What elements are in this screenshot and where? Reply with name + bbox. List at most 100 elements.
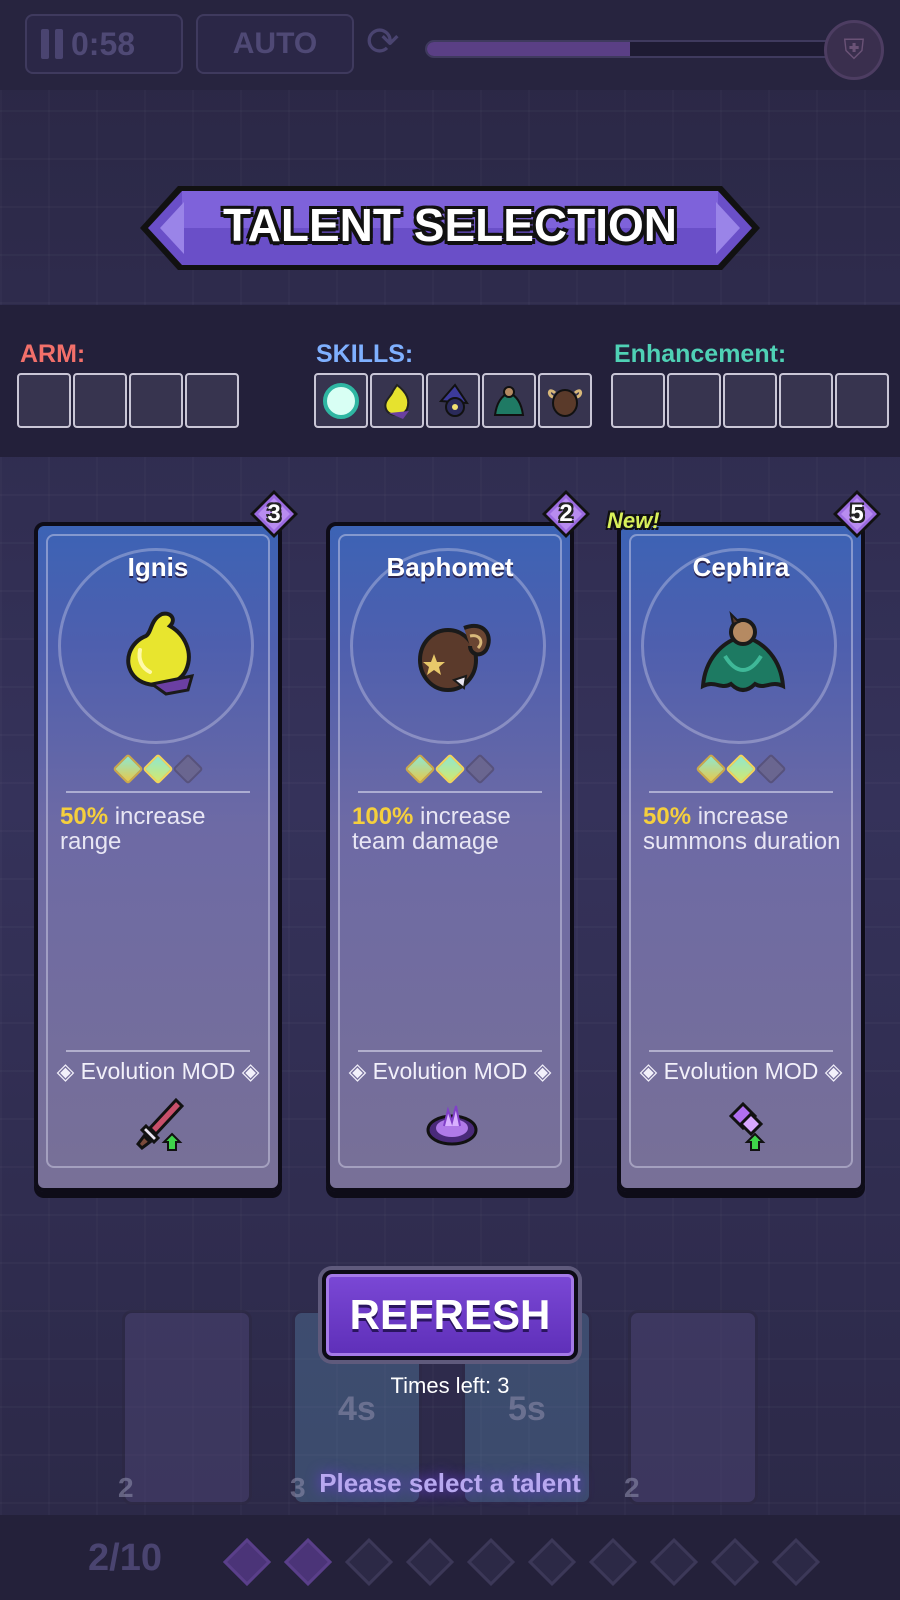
divider: [66, 1050, 250, 1052]
arm-slot[interactable]: [185, 373, 239, 428]
auto-button[interactable]: AUTO: [196, 14, 354, 74]
skill-slot-ignis[interactable]: [370, 373, 424, 428]
skill-slot-baphomet[interactable]: [538, 373, 592, 428]
enhancement-slot[interactable]: [667, 373, 721, 428]
diamond-bullet-icon: ◈: [527, 1058, 552, 1084]
enhancement-slot[interactable]: [611, 373, 665, 428]
talent-card-baphomet[interactable]: 2 Baphomet 100% increase team damage ◈ E…: [326, 490, 590, 1192]
arm-slot[interactable]: [73, 373, 127, 428]
evolution-mod-label: Evolution MOD: [372, 1058, 528, 1084]
yellow-flame-icon: [126, 611, 195, 696]
purple-portal-icon: [426, 1105, 478, 1146]
wave-pending-icon: [466, 1537, 516, 1587]
boss-progress-bar: [425, 40, 835, 58]
new-badge: New!: [607, 508, 660, 533]
evolution-mod-label: Evolution MOD: [80, 1058, 236, 1084]
divider: [358, 791, 542, 793]
wave-pending-icon: [771, 1537, 821, 1587]
level-badge: 2: [559, 500, 573, 527]
refresh-times-left: Times left: 3: [390, 1373, 510, 1398]
talent-description: 50% increase summons duration: [643, 804, 847, 854]
diamond-bullet-icon: ◈: [818, 1058, 843, 1084]
wave-pending-icon: [344, 1537, 394, 1587]
enhancement-slot[interactable]: [835, 373, 889, 428]
baphomet-icon: [547, 388, 583, 417]
talent-description: 50% increase range: [60, 804, 264, 854]
talent-percent: 100%: [352, 803, 414, 830]
arm-slot[interactable]: [129, 373, 183, 428]
wave-cleared-icon: [283, 1537, 333, 1587]
top-hud: 0:58 AUTO ⟳ ⛨: [0, 0, 900, 90]
divider: [649, 1050, 833, 1052]
crystal-upgrade-icon: [728, 1101, 766, 1151]
select-prompt: Please select a talent: [319, 1468, 581, 1498]
battle-timer: 0:58: [71, 25, 136, 62]
pause-button[interactable]: 0:58: [25, 14, 183, 74]
skill-slots: [314, 373, 592, 428]
goat-head-icon: [418, 624, 491, 692]
talent-card-cephira[interactable]: New! 5 Cephira 50% increase summons dura…: [607, 490, 881, 1192]
evolution-mod-row: ◈ Evolution MOD ◈: [621, 1058, 861, 1085]
talent-description: 100% increase team damage: [352, 804, 556, 854]
talent-percent: 50%: [60, 803, 109, 830]
title-banner: TALENT SELECTION: [140, 186, 760, 270]
enhancement-slot[interactable]: [723, 373, 777, 428]
divider: [66, 791, 250, 793]
wizard-icon: [438, 382, 469, 417]
evolution-mod-row: ◈ Evolution MOD ◈: [38, 1058, 278, 1085]
gem-empty-icon: [464, 753, 496, 785]
gem-empty-icon: [755, 753, 787, 785]
gem-empty-icon: [172, 753, 204, 785]
boss-helmet-icon: ⛨: [824, 20, 884, 80]
talent-card-ignis[interactable]: 3 Ignis 50% increase range ◈ Evolution M…: [34, 490, 298, 1192]
skill-slot-orb[interactable]: [314, 373, 368, 428]
diamond-bullet-icon: ◈: [639, 1058, 664, 1084]
level-badge: 3: [267, 500, 281, 527]
speed-cycle-icon[interactable]: ⟳: [366, 22, 400, 62]
star-gems: [38, 753, 278, 785]
arm-slots: [17, 373, 239, 428]
enhancement-label: Enhancement:: [614, 340, 787, 368]
divider: [358, 1050, 542, 1052]
wave-pending-icon: [710, 1537, 760, 1587]
skill-slot-cephira[interactable]: [482, 373, 536, 428]
diamond-bullet-icon: ◈: [235, 1058, 260, 1084]
arm-label: ARM:: [20, 340, 86, 368]
dagger-upgrade-icon: [136, 1097, 185, 1151]
wave-counter: 2/10: [88, 1537, 162, 1579]
wave-pending-icon: [405, 1537, 455, 1587]
star-gems: [621, 753, 861, 785]
star-gems: [330, 753, 570, 785]
skills-label: SKILLS:: [316, 340, 414, 368]
wave-progress: [222, 1537, 821, 1587]
arm-slot[interactable]: [17, 373, 71, 428]
evolution-mod-label: Evolution MOD: [663, 1058, 819, 1084]
level-badge: 5: [850, 500, 864, 527]
diamond-bullet-icon: ◈: [56, 1058, 81, 1084]
talent-name: Ignis: [127, 552, 189, 582]
gem-filled-icon: [725, 753, 757, 785]
orb-icon: [323, 382, 359, 419]
enhancement-slots: [611, 373, 889, 428]
gem-filled-icon: [434, 753, 466, 785]
enhancement-slot[interactable]: [779, 373, 833, 428]
talent-percent: 50%: [643, 803, 692, 830]
ignis-icon: [384, 383, 410, 419]
talent-name: Baphomet: [386, 552, 514, 582]
gem-filled-icon: [112, 753, 144, 785]
pause-icon: [41, 29, 63, 59]
gem-filled-icon: [404, 753, 436, 785]
boss-progress-fill: [427, 42, 630, 56]
gem-filled-icon: [695, 753, 727, 785]
cephira-icon: [493, 385, 525, 416]
wave-pending-icon: [588, 1537, 638, 1587]
divider: [649, 791, 833, 793]
wave-pending-icon: [527, 1537, 577, 1587]
skill-slot-wizard[interactable]: [426, 373, 480, 428]
gem-filled-icon: [142, 753, 174, 785]
diamond-bullet-icon: ◈: [348, 1058, 373, 1084]
wave-cleared-icon: [222, 1537, 272, 1587]
page-title: TALENT SELECTION: [222, 199, 678, 251]
refresh-button[interactable]: REFRESH: [322, 1270, 578, 1360]
evolution-mod-row: ◈ Evolution MOD ◈: [330, 1058, 570, 1085]
